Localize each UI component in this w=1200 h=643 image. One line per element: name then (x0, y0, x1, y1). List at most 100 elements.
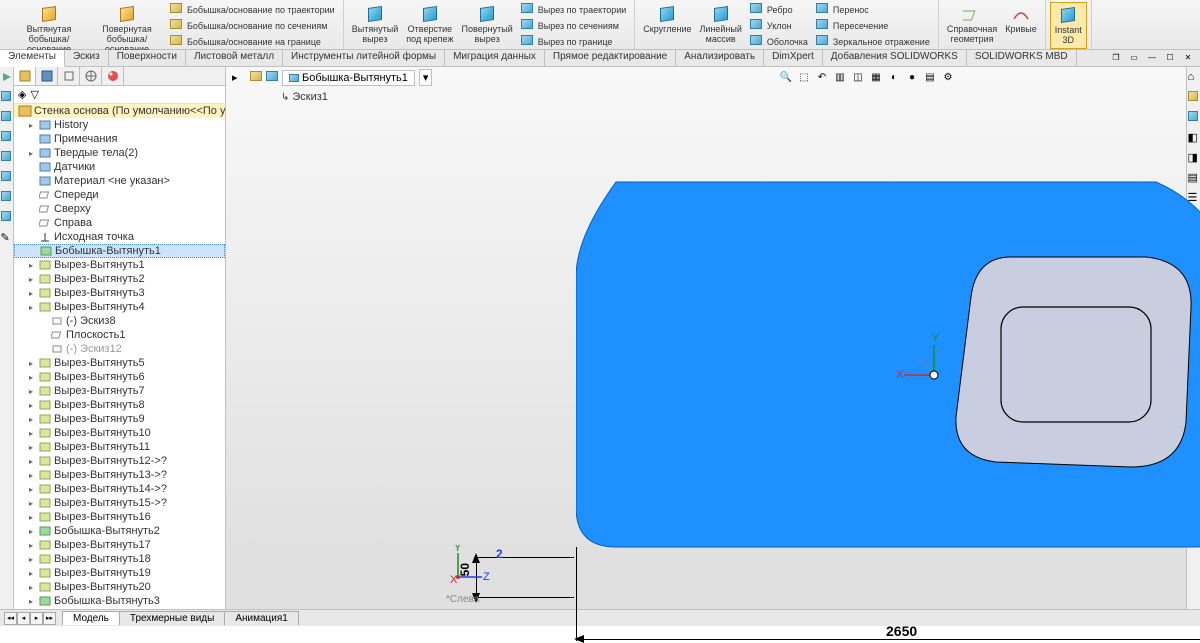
tree-item[interactable]: ▸Вырез-Вытянуть6 (14, 370, 225, 384)
task-pane-icon[interactable]: ◧ (1188, 131, 1200, 143)
breadcrumb-part-icon[interactable] (250, 71, 262, 84)
tree-item[interactable]: ▸Вырез-Вытянуть20 (14, 580, 225, 594)
tree-item[interactable]: (-) Эскиз12 (14, 342, 225, 356)
task-pane-icon[interactable]: ◨ (1188, 151, 1200, 163)
draft-button[interactable]: Уклон (746, 18, 812, 34)
flyout-icon[interactable] (1, 71, 13, 83)
tree-item[interactable]: ▸Вырез-Вытянуть10 (14, 426, 225, 440)
reference-geometry-button[interactable]: Справочнаягеометрия (943, 2, 1001, 47)
dimxpert-tab[interactable] (80, 67, 102, 85)
view-orientation-icon[interactable]: ◫ (850, 69, 866, 85)
tab-evaluate[interactable]: Анализировать (676, 50, 764, 66)
breadcrumb-feature[interactable]: Бобышка-Вытянуть1 (282, 70, 415, 86)
revolved-cut-button[interactable]: Повернутыйвырез (457, 2, 516, 47)
tree-item[interactable]: Справа (14, 216, 225, 230)
extruded-cut-button[interactable]: Вытянутыйвырез (348, 2, 403, 47)
wrap-button[interactable]: Перенос (812, 2, 934, 18)
tree-root[interactable]: Стенка основа (По умолчанию<<По умолчани (14, 104, 225, 118)
intersect-button[interactable]: Пересечение (812, 18, 934, 34)
window-restore-icon[interactable]: ❐ (1108, 50, 1124, 64)
breadcrumb-nav-icon[interactable]: ▸ (232, 71, 246, 84)
hole-wizard-button[interactable]: Отверстиепод крепеж (402, 2, 457, 47)
view-settings-icon[interactable]: ⚙ (940, 69, 956, 85)
tab-sheet-metal[interactable]: Листовой металл (186, 50, 283, 66)
tab-prev-icon[interactable]: ◂ (17, 612, 30, 625)
tree-item[interactable]: ▸Вырез-Вытянуть12->? (14, 454, 225, 468)
tree-item[interactable]: Исходная точка (14, 230, 225, 244)
fillet-button[interactable]: Скругление (639, 2, 695, 37)
window-minimize-icon[interactable]: — (1144, 50, 1160, 64)
extruded-boss-button[interactable]: Вытянутаябобышка/основание (10, 2, 88, 57)
display-style-icon[interactable]: ▦ (868, 69, 884, 85)
3dviews-tab[interactable]: Трехмерные виды (119, 611, 225, 625)
swept-cut-button[interactable]: Вырез по траектории (517, 2, 631, 18)
lofted-boss-button[interactable]: Бобышка/основание по сечениям (166, 18, 339, 34)
window-close-icon[interactable]: ✕ (1180, 50, 1196, 64)
cube-tool-icon[interactable] (1, 191, 13, 203)
breadcrumb-dropdown-icon[interactable]: ▾ (419, 69, 433, 86)
window-cascade-icon[interactable]: ▭ (1126, 50, 1142, 64)
tree-item[interactable]: ▸Вырез-Вытянуть18 (14, 552, 225, 566)
tree-item[interactable]: ▸Вырез-Вытянуть7 (14, 384, 225, 398)
tree-item[interactable]: ▸Вырез-Вытянуть13->? (14, 468, 225, 482)
tree-item[interactable]: ▸Твердые тела(2) (14, 146, 225, 160)
tree-item[interactable]: ▸Вырез-Вытянуть15->? (14, 496, 225, 510)
tree-item[interactable]: ▸Вырез-Вытянуть14->? (14, 482, 225, 496)
tree-item[interactable]: ▸Бобышка-Вытянуть3 (14, 594, 225, 608)
model-tab[interactable]: Модель (62, 611, 120, 625)
task-pane-icon[interactable] (1188, 91, 1200, 103)
tab-mold-tools[interactable]: Инструменты литейной формы (283, 50, 445, 66)
tree-item[interactable]: Примечания (14, 132, 225, 146)
breadcrumb-sketch[interactable]: ↳ Эскиз1 (276, 89, 333, 105)
animation-tab[interactable]: Анимация1 (224, 611, 299, 625)
tree-item[interactable]: ▸Вырез-Вытянуть2 (14, 272, 225, 286)
tree-item[interactable]: ▸Вырез-Вытянуть16 (14, 510, 225, 524)
tree-item[interactable]: Плоскость1 (14, 328, 225, 342)
tab-mbd[interactable]: SOLIDWORKS MBD (967, 50, 1077, 66)
zoom-area-icon[interactable]: ⬚ (796, 69, 812, 85)
tree-item[interactable]: ▸Вырез-Вытянуть8 (14, 398, 225, 412)
tab-next-icon[interactable]: ▸ (30, 612, 43, 625)
pencil-icon[interactable]: ✎ (1, 231, 13, 243)
dim-tiny[interactable]: 2 (496, 547, 503, 561)
tree-item[interactable]: Бобышка-Вытянуть1 (14, 244, 225, 258)
hide-show-icon[interactable]: ◐ (886, 69, 902, 85)
section-view-icon[interactable]: ▥ (832, 69, 848, 85)
tree-item[interactable]: (-) Эскиз8 (14, 314, 225, 328)
tab-first-icon[interactable]: ◂◂ (4, 612, 17, 625)
tab-surfaces[interactable]: Поверхности (109, 50, 186, 66)
tab-direct-editing[interactable]: Прямое редактирование (545, 50, 676, 66)
tree-item[interactable]: ▸Вырез-Вытянуть4 (14, 300, 225, 314)
tab-last-icon[interactable]: ▸▸ (43, 612, 56, 625)
dim-width[interactable]: 2650 (886, 623, 917, 639)
edit-appearance-icon[interactable]: ● (904, 69, 920, 85)
tree-item[interactable]: ▸Вырез-Вытянуть11 (14, 440, 225, 454)
home-icon[interactable]: ⌂ (1188, 71, 1200, 83)
boundary-cut-button[interactable]: Вырез по границе (517, 34, 631, 50)
breadcrumb-feat-icon[interactable] (266, 71, 278, 84)
tree-item[interactable]: ▸Вырез-Вытянуть5 (14, 356, 225, 370)
tree-item[interactable]: ▸Вырез-Вытянуть19 (14, 566, 225, 580)
graphics-viewport[interactable]: ▸ Бобышка-Вытянуть1 ▾ ↳ Эскиз1 🔍 ⬚ ↶ ▥ ◫… (226, 67, 1186, 609)
tree-item[interactable]: Материал <не указан> (14, 174, 225, 188)
window-maximize-icon[interactable]: ☐ (1162, 50, 1178, 64)
linear-pattern-button[interactable]: Линейныймассив (695, 2, 745, 47)
cube-tool-icon[interactable] (1, 151, 13, 163)
tab-sw-addins[interactable]: Добавления SOLIDWORKS (823, 50, 967, 66)
task-pane-icon[interactable] (1188, 111, 1200, 123)
curves-button[interactable]: Кривые (1001, 2, 1041, 37)
shell-button[interactable]: Оболочка (746, 34, 812, 50)
rib-button[interactable]: Ребро (746, 2, 812, 18)
tab-dimxpert[interactable]: DimXpert (764, 50, 823, 66)
boundary-boss-button[interactable]: Бобышка/основание на границе (166, 34, 339, 50)
tab-sketch[interactable]: Эскиз (65, 50, 109, 66)
tree-item[interactable]: Спереди (14, 188, 225, 202)
apply-scene-icon[interactable]: ▤ (922, 69, 938, 85)
swept-boss-button[interactable]: Бобышка/основание по траектории (166, 2, 339, 18)
feature-tree[interactable]: Стенка основа (По умолчанию<<По умолчани… (14, 104, 225, 609)
mirror-button[interactable]: Зеркальное отражение (812, 34, 934, 50)
tree-item[interactable]: Сверху (14, 202, 225, 216)
revolved-boss-button[interactable]: Повернутаябобышка/основание (88, 2, 166, 57)
tab-features[interactable]: Элементы (0, 50, 65, 67)
tab-data-migration[interactable]: Миграция данных (445, 50, 545, 66)
